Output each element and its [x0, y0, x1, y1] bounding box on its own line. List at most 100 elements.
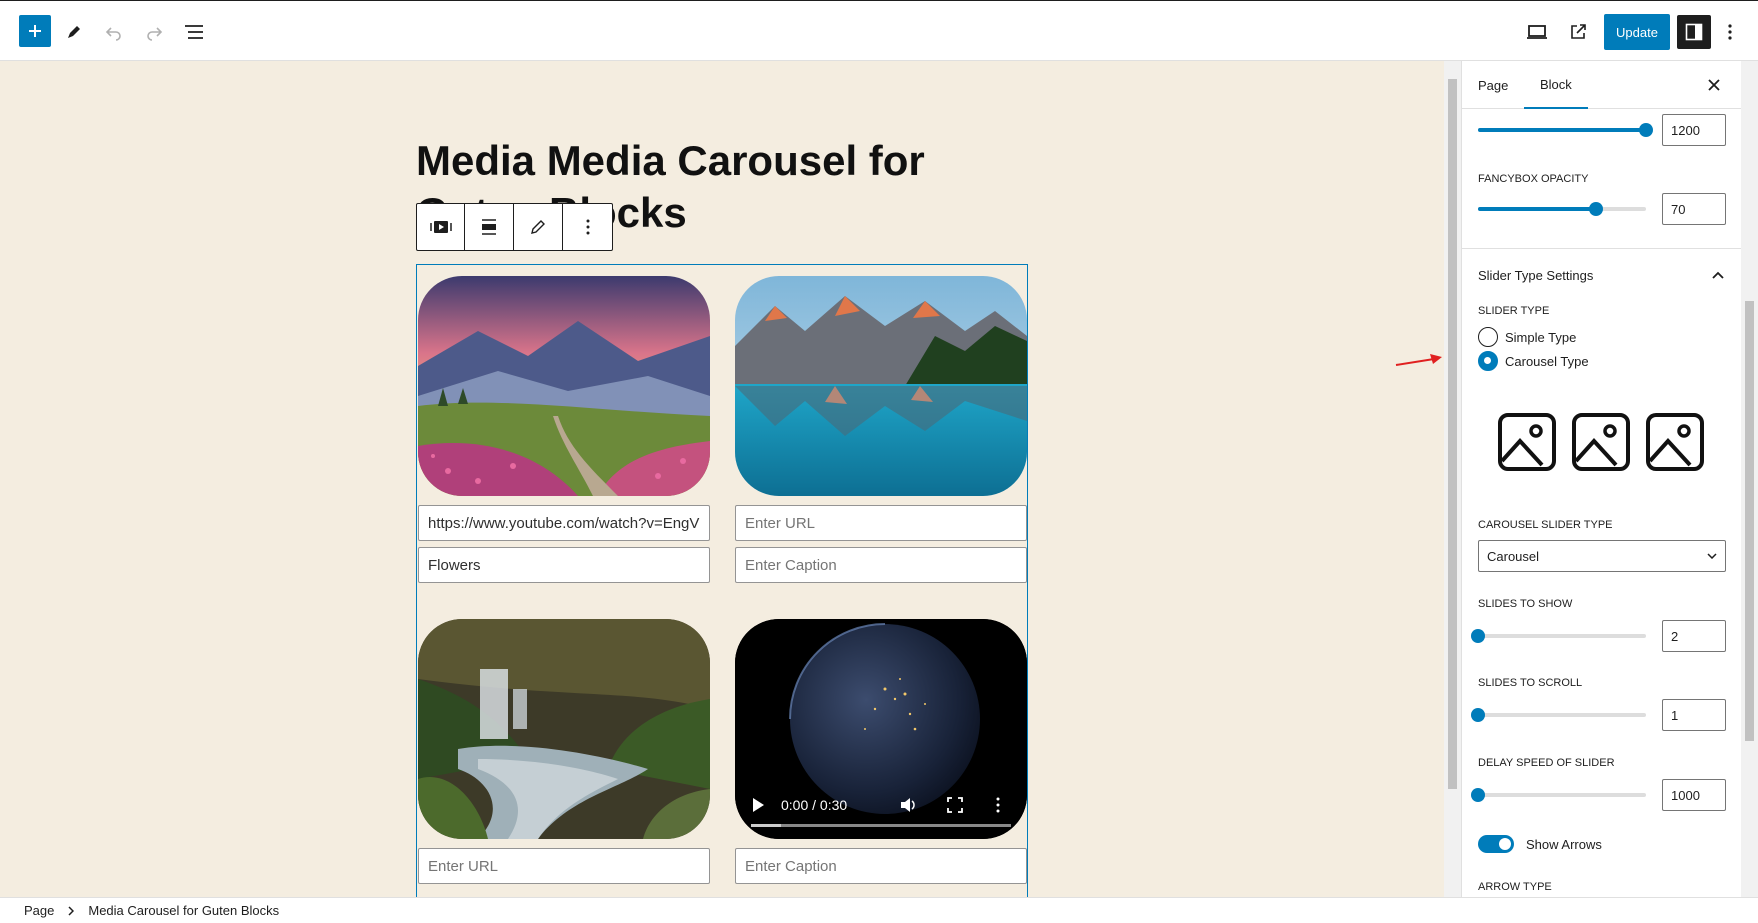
- panel-divider: [1462, 248, 1741, 249]
- media-url-input[interactable]: https://www.youtube.com/watch?v=EngV: [418, 505, 710, 541]
- carousel-item: 0:00 / 0:30 Enter Caption: [735, 619, 1027, 884]
- canvas-scrollbar[interactable]: [1444, 61, 1461, 897]
- align-wide-icon: [482, 219, 496, 235]
- settings-sidebar-toggle[interactable]: [1677, 15, 1711, 49]
- chevron-up-icon: [1712, 271, 1724, 279]
- simple-type-label[interactable]: Simple Type: [1505, 330, 1576, 345]
- slides-to-show-knob[interactable]: [1471, 629, 1485, 643]
- media-caption-input[interactable]: Flowers: [418, 547, 710, 583]
- block-type-button[interactable]: [417, 204, 465, 250]
- fancybox-width-slider[interactable]: [1478, 123, 1653, 137]
- breadcrumb: Page Media Carousel for Guten Blocks: [0, 897, 1758, 923]
- delay-speed-knob[interactable]: [1471, 788, 1485, 802]
- list-view-button[interactable]: [177, 15, 211, 49]
- slider-type-settings-header[interactable]: Slider Type Settings: [1478, 267, 1726, 287]
- fancybox-opacity-knob[interactable]: [1588, 202, 1603, 216]
- external-link-icon: [1571, 24, 1586, 39]
- edit-tools-button[interactable]: [57, 15, 91, 49]
- video-time: 0:00 / 0:30: [781, 797, 848, 813]
- slides-to-show-slider[interactable]: [1471, 629, 1646, 643]
- carousel-item: Enter URL Enter Caption: [735, 276, 1027, 583]
- chevron-right-icon: [68, 905, 75, 916]
- slides-to-scroll-label: SLIDES TO SCROLL: [1478, 677, 1583, 689]
- list-view-icon: [185, 25, 203, 39]
- video-progress-bar[interactable]: [751, 824, 1011, 827]
- add-block-button[interactable]: [19, 15, 51, 47]
- fancybox-opacity-input[interactable]: 70: [1662, 193, 1726, 225]
- fancybox-width-knob[interactable]: [1639, 123, 1653, 137]
- annotation-arrow: [1395, 354, 1442, 366]
- editor-canvas: Media Media Carousel for Guten Blocks: [0, 61, 1444, 897]
- align-button[interactable]: [465, 204, 514, 250]
- undo-icon: [105, 27, 121, 41]
- more-vertical-icon: [586, 219, 589, 235]
- block-options-button[interactable]: [563, 204, 612, 250]
- show-arrows-label[interactable]: Show Arrows: [1526, 837, 1602, 852]
- media-url-input[interactable]: Enter URL: [418, 848, 710, 884]
- earth-video-player[interactable]: 0:00 / 0:30: [735, 619, 1027, 839]
- carousel-slider-type-select[interactable]: Carousel: [1478, 540, 1726, 572]
- redo-icon: [147, 27, 163, 41]
- media-carousel-block[interactable]: https://www.youtube.com/watch?v=EngV Flo…: [416, 264, 1028, 897]
- slider-type-label: SLIDER TYPE: [1478, 305, 1550, 317]
- canvas-scrollbar-thumb[interactable]: [1448, 79, 1457, 789]
- image-placeholder-icon: [1646, 413, 1704, 471]
- chevron-down-icon: [1707, 553, 1717, 559]
- carousel-slider-type-value: Carousel: [1487, 548, 1540, 564]
- fancybox-width-input[interactable]: 1200: [1662, 114, 1726, 146]
- delay-speed-label: DELAY SPEED OF SLIDER: [1478, 757, 1615, 769]
- mountain-flowers-image[interactable]: [418, 276, 710, 496]
- carousel-preview-illustration: [1498, 413, 1708, 473]
- settings-sidebar: Page Block 1200 FANCYBOX OPACITY 70 Slid…: [1461, 61, 1741, 897]
- tab-block[interactable]: Block: [1524, 61, 1588, 109]
- radio-carousel-type[interactable]: [1478, 351, 1498, 371]
- sidebar-scrollbar-thumb[interactable]: [1745, 301, 1754, 741]
- tab-page[interactable]: Page: [1478, 61, 1508, 109]
- close-sidebar-button[interactable]: [1702, 73, 1726, 97]
- breadcrumb-root[interactable]: Page: [24, 903, 54, 918]
- slides-to-scroll-knob[interactable]: [1471, 708, 1485, 722]
- block-toolbar: [416, 203, 613, 251]
- slides-to-scroll-slider[interactable]: [1471, 708, 1646, 722]
- sidebar-icon: [1685, 23, 1703, 41]
- breadcrumb-current[interactable]: Media Carousel for Guten Blocks: [88, 903, 279, 918]
- edit-media-button[interactable]: [514, 204, 563, 250]
- sidebar-scrollbar[interactable]: [1741, 61, 1758, 897]
- media-url-input[interactable]: Enter URL: [735, 505, 1027, 541]
- delay-speed-slider[interactable]: [1471, 788, 1646, 802]
- forest-waterfall-image[interactable]: [418, 619, 710, 839]
- slides-to-show-input[interactable]: 2: [1662, 620, 1726, 652]
- fullscreen-icon[interactable]: [947, 797, 963, 813]
- mountain-lake-image[interactable]: [735, 276, 1027, 496]
- media-caption-input[interactable]: Enter Caption: [735, 547, 1027, 583]
- options-menu-button[interactable]: [1718, 15, 1742, 49]
- close-icon: [1708, 79, 1720, 91]
- undo-button[interactable]: [97, 15, 131, 49]
- carousel-type-label[interactable]: Carousel Type: [1505, 354, 1589, 369]
- more-vertical-icon: [1728, 24, 1732, 40]
- radio-simple-type[interactable]: [1478, 327, 1498, 347]
- image-placeholder-icon: [1498, 413, 1556, 471]
- preview-device-button[interactable]: [1520, 15, 1554, 49]
- carousel-item: https://www.youtube.com/watch?v=EngV Flo…: [418, 276, 710, 583]
- view-page-button[interactable]: [1561, 15, 1595, 49]
- media-caption-input[interactable]: Enter Caption: [735, 848, 1027, 884]
- play-icon[interactable]: [751, 797, 765, 813]
- video-controls: 0:00 / 0:30: [735, 783, 1027, 839]
- slides-to-scroll-input[interactable]: 1: [1662, 699, 1726, 731]
- update-button[interactable]: Update: [1604, 14, 1670, 50]
- fancybox-width-fill: [1478, 128, 1646, 132]
- fancybox-opacity-slider[interactable]: [1478, 202, 1646, 216]
- volume-icon[interactable]: [899, 796, 917, 814]
- delay-speed-input[interactable]: 1000: [1662, 779, 1726, 811]
- more-vertical-icon[interactable]: [996, 797, 1000, 813]
- pencil-icon: [531, 220, 545, 234]
- video-progress-loaded: [751, 824, 781, 827]
- show-arrows-toggle[interactable]: [1478, 835, 1514, 853]
- media-carousel-icon: [429, 221, 452, 233]
- redo-button[interactable]: [137, 15, 171, 49]
- arrow-type-label: ARROW TYPE: [1478, 881, 1552, 893]
- editor-top-toolbar: Update: [0, 0, 1758, 61]
- image-placeholder-icon: [1572, 413, 1630, 471]
- slides-to-show-label: SLIDES TO SHOW: [1478, 598, 1573, 610]
